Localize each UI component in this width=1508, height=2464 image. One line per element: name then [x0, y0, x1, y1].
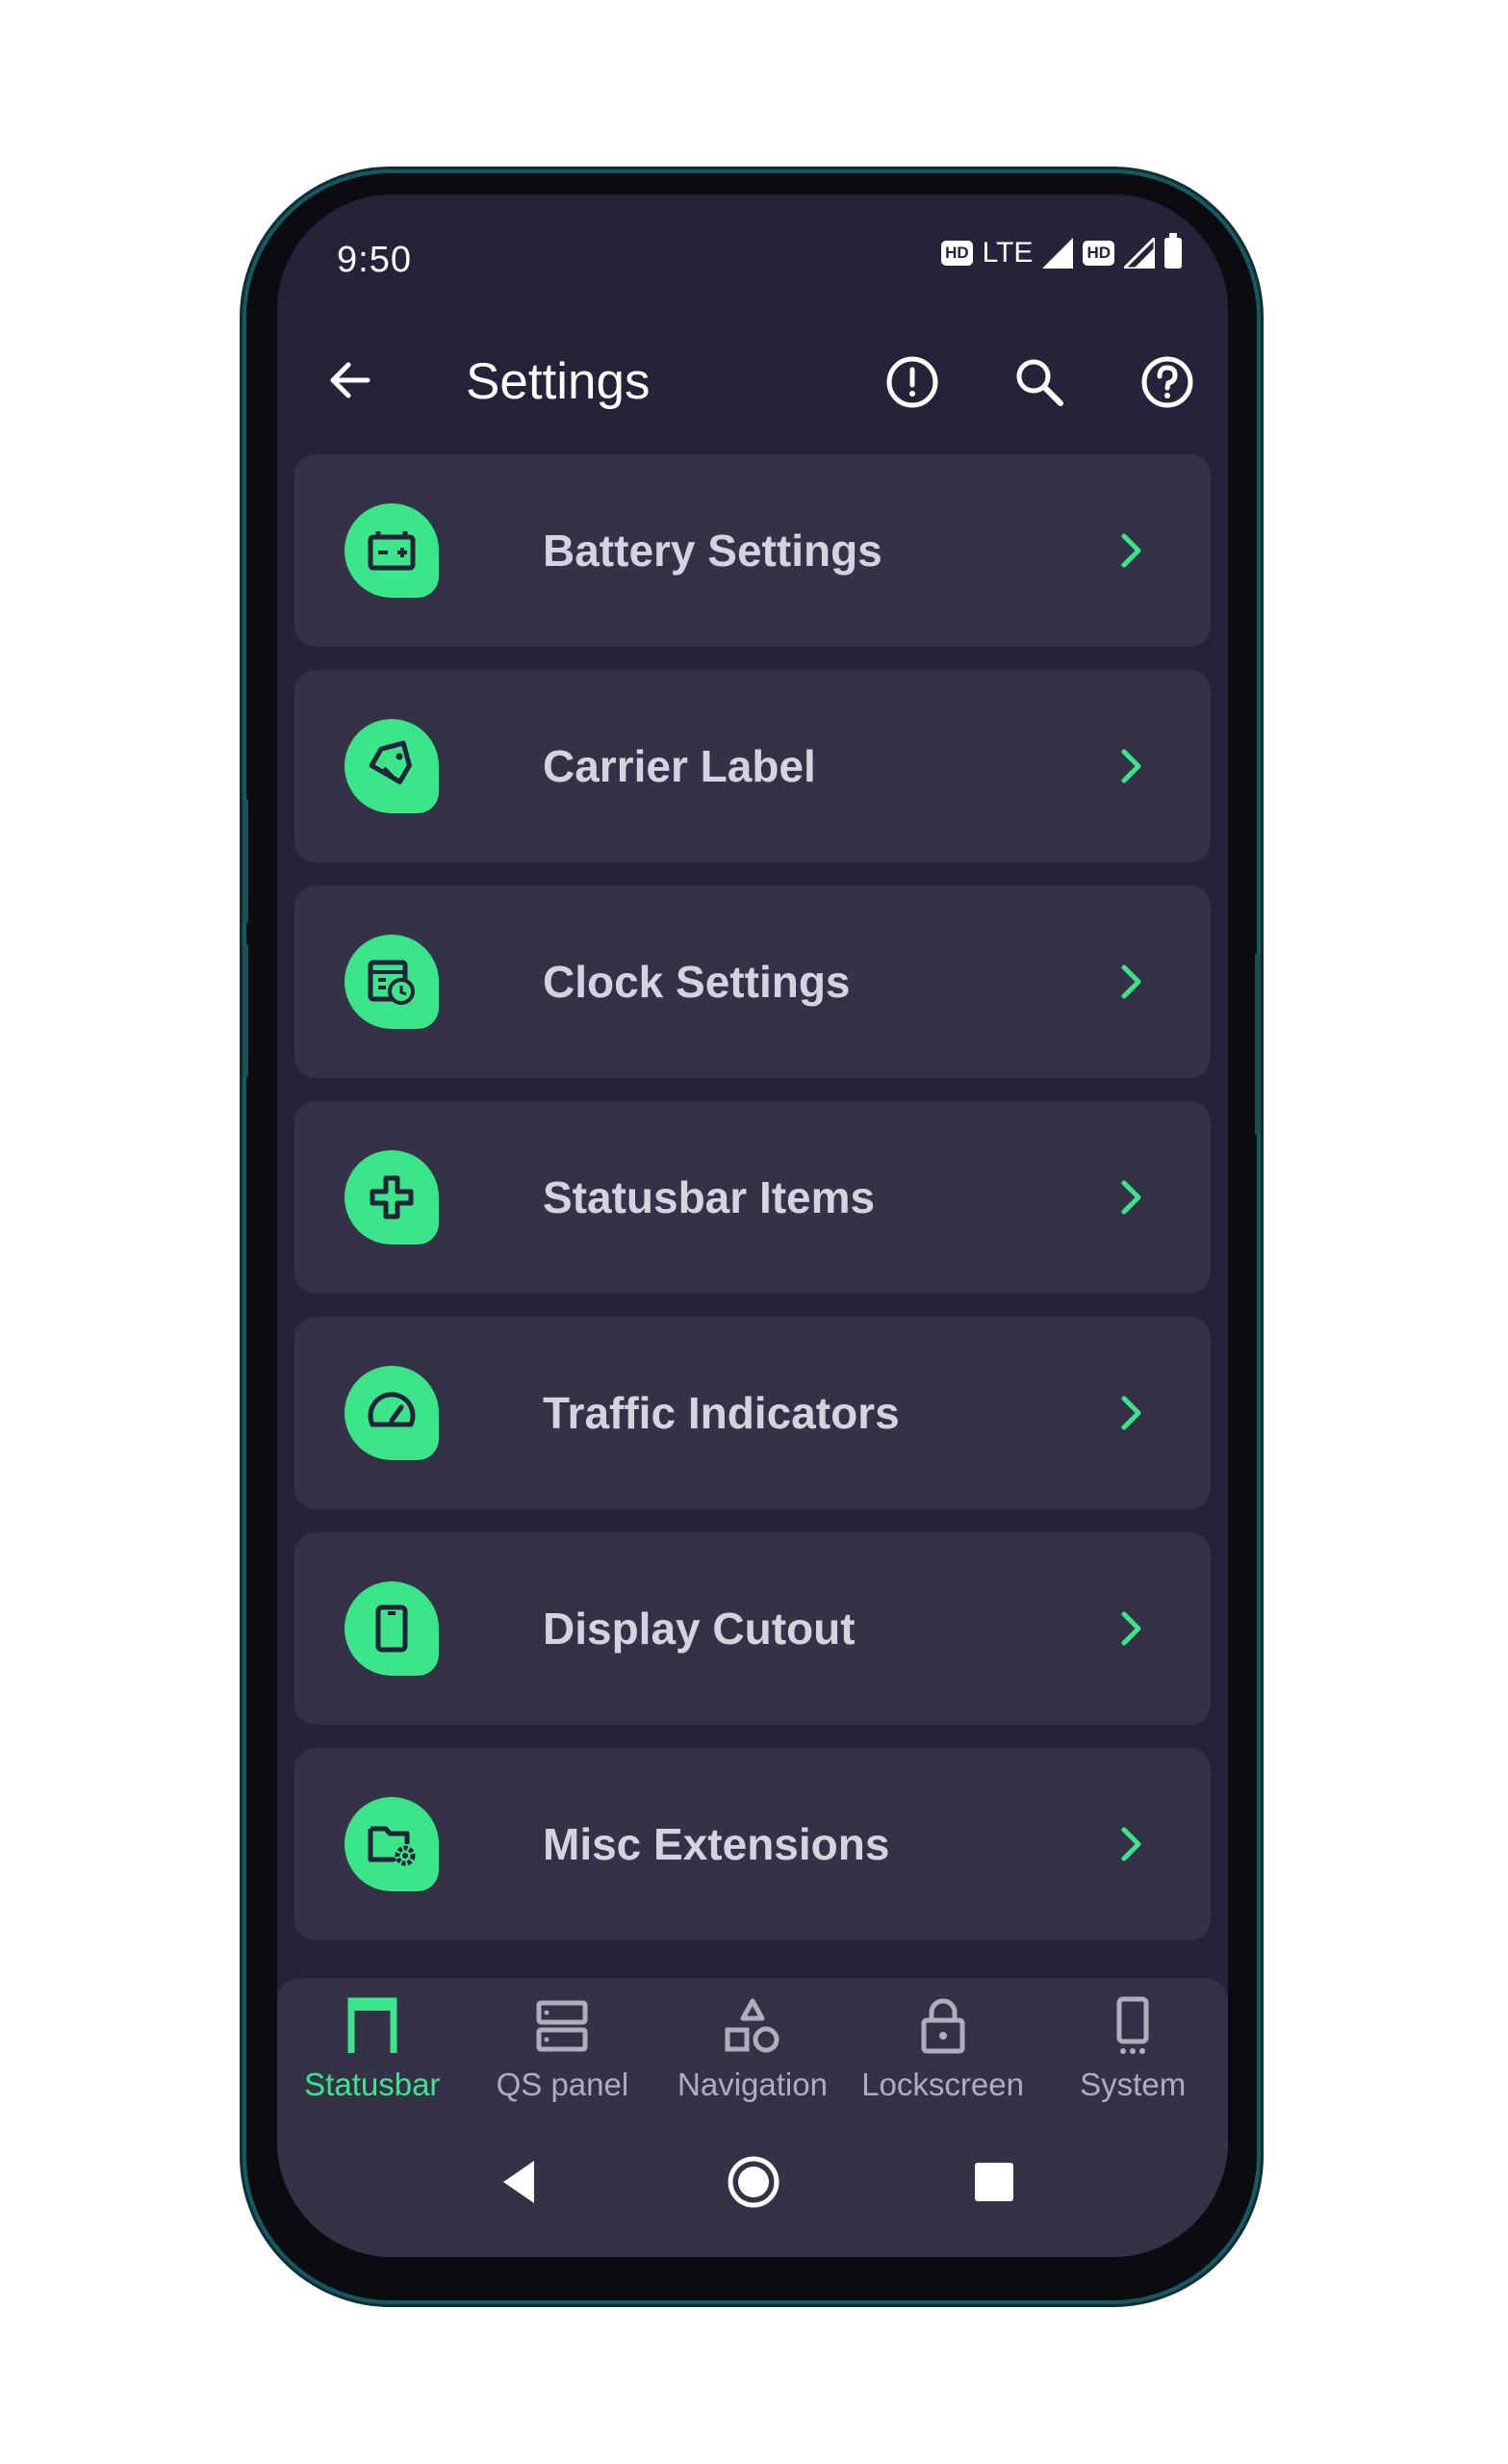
tab-navigation[interactable]: Navigation: [657, 1993, 848, 2118]
settings-item-label: Statusbar Items: [543, 1172, 876, 1222]
settings-item-statusbar-items[interactable]: Statusbar Items: [294, 1101, 1211, 1294]
settings-item-misc[interactable]: Misc Extensions: [294, 1748, 1211, 1940]
settings-item-traffic[interactable]: Traffic Indicators: [294, 1317, 1211, 1509]
system-icons: HD LTE HD: [941, 233, 1182, 270]
tab-label: Statusbar: [304, 2066, 441, 2102]
signal-icon: [1042, 238, 1074, 269]
tab-qs-panel[interactable]: QS panel: [468, 1993, 658, 2118]
search-icon[interactable]: [1010, 353, 1068, 411]
chevron-right-icon: [1121, 1180, 1141, 1215]
bottom-navigation: Statusbar QS panel Navigation Lockscreen…: [277, 1978, 1228, 2257]
chevron-right-icon: [1121, 749, 1141, 783]
hd-badge: HD: [1083, 241, 1114, 266]
recents-square-icon[interactable]: [965, 2153, 1023, 2211]
screen: 9:50 HD LTE HD Settings Battery Settings…: [277, 194, 1228, 2257]
phone-outline-icon: [345, 1581, 439, 1676]
settings-item-carrier[interactable]: Carrier Label: [294, 670, 1211, 862]
system-navigation-bar: [277, 2145, 1228, 2222]
battery-icon: [1164, 233, 1182, 269]
chevron-right-icon: [1121, 1611, 1141, 1646]
settings-item-label: Clock Settings: [543, 957, 851, 1007]
tag-icon: [345, 719, 439, 813]
arrow-left-icon[interactable]: [323, 353, 377, 407]
side-button: [243, 799, 248, 924]
plus-cross-icon: [345, 1150, 439, 1245]
speedometer-icon: [345, 1366, 439, 1460]
back-triangle-icon[interactable]: [494, 2153, 551, 2211]
settings-item-label: Battery Settings: [543, 526, 882, 576]
chevron-right-icon: [1121, 964, 1141, 999]
statusbar-icon: [347, 1997, 397, 2053]
tab-label: System: [1080, 2066, 1187, 2102]
tab-lockscreen[interactable]: Lockscreen: [848, 1993, 1038, 2118]
settings-item-label: Traffic Indicators: [543, 1388, 900, 1438]
tab-statusbar[interactable]: Statusbar: [277, 1993, 468, 2118]
phone-frame: 9:50 HD LTE HD Settings Battery Settings…: [243, 173, 1261, 2300]
folder-settings-icon: [345, 1797, 439, 1891]
app-bar: Settings: [277, 310, 1228, 445]
network-type: LTE: [982, 237, 1034, 269]
signal-icon: [1124, 238, 1155, 269]
page-title: Settings: [466, 353, 651, 410]
hd-badge: HD: [941, 241, 973, 266]
tab-label: Lockscreen: [861, 2066, 1024, 2102]
status-bar: 9:50 HD LTE HD: [277, 194, 1228, 291]
alert-circle-icon[interactable]: [883, 353, 941, 411]
home-circle-icon[interactable]: [725, 2153, 782, 2211]
chevron-right-icon: [1121, 1396, 1141, 1430]
settings-item-label: Misc Extensions: [543, 1819, 890, 1869]
status-time: 9:50: [337, 240, 412, 280]
calendar-clock-icon: [345, 935, 439, 1029]
settings-item-label: Display Cutout: [543, 1604, 856, 1654]
chevron-right-icon: [1121, 533, 1141, 568]
help-circle-icon[interactable]: [1138, 353, 1196, 411]
chevron-right-icon: [1121, 1827, 1141, 1861]
phone-system-icon: [1116, 1996, 1149, 2054]
settings-item-battery[interactable]: Battery Settings: [294, 454, 1211, 647]
shapes-icon: [725, 1998, 780, 2053]
tab-system[interactable]: System: [1037, 1993, 1228, 2118]
settings-list: Battery Settings Carrier Label Clock Set…: [294, 454, 1211, 1964]
lock-icon: [921, 1998, 965, 2054]
settings-item-cutout[interactable]: Display Cutout: [294, 1532, 1211, 1725]
tab-label: Navigation: [677, 2066, 828, 2102]
settings-item-clock[interactable]: Clock Settings: [294, 886, 1211, 1078]
power-button: [1255, 953, 1261, 1136]
side-button: [243, 943, 248, 1078]
tab-label: QS panel: [496, 2066, 629, 2102]
battery-charging-icon: [345, 503, 439, 598]
qs-panel-icon: [536, 2000, 588, 2052]
settings-item-label: Carrier Label: [543, 741, 816, 791]
